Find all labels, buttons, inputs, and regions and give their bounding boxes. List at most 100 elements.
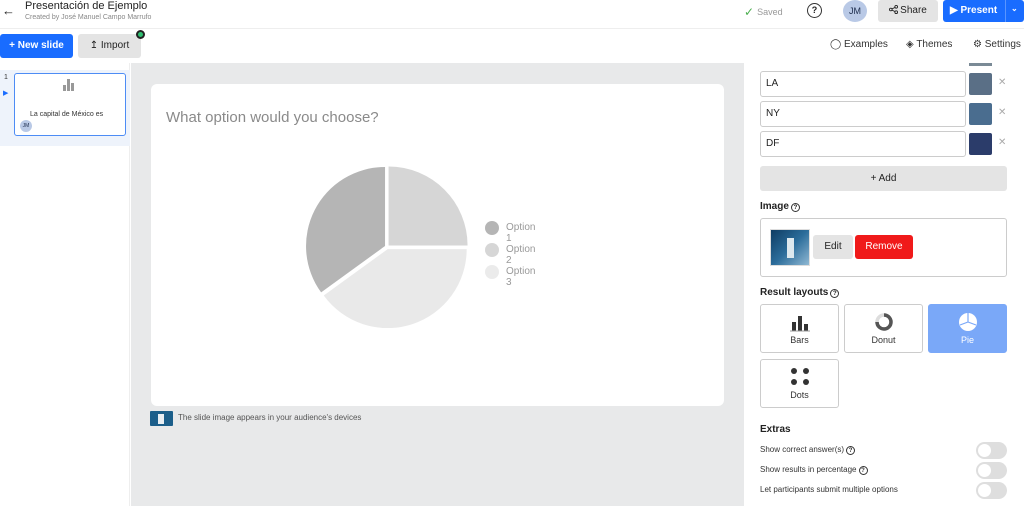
extra-option-row: Show results in percentage? [760,462,1007,479]
present-label: Present [960,5,998,16]
layout-bars[interactable]: Bars [760,304,839,353]
presentation-title[interactable]: Presentación de Ejemplo [25,0,147,12]
help-icon[interactable]: ? [846,446,856,455]
layout-label: Donut [871,335,896,345]
result-layouts-label: Result layouts [760,287,829,298]
legend-label: Option 3 [506,266,536,288]
edit-image-button[interactable]: Edit [813,235,853,259]
multiple-options-toggle[interactable] [976,482,1007,499]
pie-chart-icon [959,313,977,331]
layout-label: Bars [790,335,809,345]
legend-swatch [485,265,499,279]
option-image[interactable] [969,103,992,125]
examples-button[interactable]: ◯ Examples [830,39,888,50]
bar-chart-icon [790,316,810,332]
close-icon[interactable]: ✕ [998,107,1006,118]
option-row: LA ✕ [760,71,1007,97]
gear-icon: ⚙ [973,39,982,50]
slide-question: What option would you choose? [166,109,379,126]
image-section-label: Image? [760,201,800,212]
help-icon[interactable]: ? [830,289,840,298]
settings-label: Settings [984,39,1021,50]
arrow-left-icon[interactable]: ← [2,3,16,19]
play-icon: ▶ [950,5,958,16]
option-input[interactable]: LA [760,71,966,97]
extra-option-label: Show results in percentage [760,465,857,474]
option-image[interactable] [969,133,992,155]
settings-panel: LA ✕ NY ✕ DF ✕ + Add Image? Edit Remove … [744,63,1024,506]
option-row: NY ✕ [760,101,1007,127]
chevron-down-icon[interactable]: ⌄ [1011,4,1018,13]
close-icon[interactable]: ✕ [998,77,1006,88]
help-icon[interactable]: ? [790,203,800,212]
slide-list: 1 ▶ La capital de México es JM [0,63,130,506]
pie-slice-option-1 [388,166,468,246]
examples-label: Examples [843,39,888,50]
avatar[interactable]: JM [843,0,867,22]
show-percentage-toggle[interactable] [976,462,1007,479]
share-button[interactable]: Share [878,0,938,22]
dots-icon [791,368,809,385]
layout-dots[interactable]: Dots [760,359,839,408]
drop-icon: ◈ [906,39,914,50]
image-label: Image [760,201,789,212]
slide-thumbnail-title: La capital de México es [30,111,104,118]
image-box: Edit Remove [760,218,1007,277]
slide-image [770,229,810,266]
settings-button[interactable]: ⚙ Settings [973,39,1021,50]
option-input[interactable]: DF [760,131,966,157]
extra-option-row: Let participants submit multiple options [760,482,1007,499]
layout-pie[interactable]: Pie [928,304,1007,353]
extra-option-label: Show correct answer(s) [760,445,845,454]
present-button[interactable]: ▶ Present ⌄ [943,0,1024,22]
slide-canvas: What option would you choose? Option 1 Op… [131,63,744,506]
close-icon[interactable]: ✕ [998,137,1006,148]
layout-donut[interactable]: Donut [844,304,923,353]
share-icon [889,5,899,14]
option-input[interactable]: NY [760,101,966,127]
import-label: Import [100,40,130,51]
help-icon[interactable]: ? [858,466,868,475]
current-slide-icon: ▶ [3,90,9,97]
option-row: DF ✕ [760,131,1007,157]
show-correct-answer-toggle[interactable] [976,442,1007,459]
slide-image-caption: The slide image appears in your audience… [178,413,362,422]
saved-status: ✓ Saved [744,5,783,19]
extra-option-label: Let participants submit multiple options [760,485,898,494]
import-button[interactable]: ↥ Import [78,34,141,58]
presentation-author: Created by José Manuel Campo Marrufo [25,14,152,21]
upload-icon: ↥ [89,40,99,51]
legend-label: Option 2 [506,244,536,266]
saved-label: Saved [757,7,783,17]
slide-number: 1 [4,74,8,81]
check-icon: ✓ [744,5,755,19]
extra-option-wrap: Show results in percentage? [760,465,868,475]
extra-option-row: Show correct answer(s)? [760,442,1007,459]
extras-label: Extras [760,424,791,435]
layout-label: Dots [790,390,809,400]
status-dot [136,30,145,39]
slide-preview[interactable]: What option would you choose? Option 1 Op… [151,84,724,406]
remove-image-button[interactable]: Remove [855,235,913,259]
bulb-icon: ◯ [830,39,842,50]
extra-option-wrap: Show correct answer(s)? [760,445,856,455]
themes-label: Themes [916,39,953,50]
result-layouts-section-label: Result layouts? [760,287,840,298]
layout-label: Pie [960,335,974,345]
help-icon[interactable]: ? [807,3,822,18]
option-image-partial [969,63,992,66]
pie-chart [306,166,468,328]
new-slide-button[interactable]: + New slide [0,34,73,58]
donut-chart-icon [875,313,893,331]
legend-swatch [485,243,499,257]
share-label: Share [900,5,927,16]
slide-thumbnail[interactable]: La capital de México es JM [14,73,126,136]
slide-thumbnail-avatar: JM [20,120,32,132]
top-bar: ← Presentación de Ejemplo Created by Jos… [0,0,1024,29]
add-option-button[interactable]: + Add [760,166,1007,191]
present-divider [1005,0,1006,22]
themes-button[interactable]: ◈ Themes [906,39,952,50]
legend-swatch [485,221,499,235]
legend-label: Option 1 [506,222,536,244]
option-image[interactable] [969,73,992,95]
